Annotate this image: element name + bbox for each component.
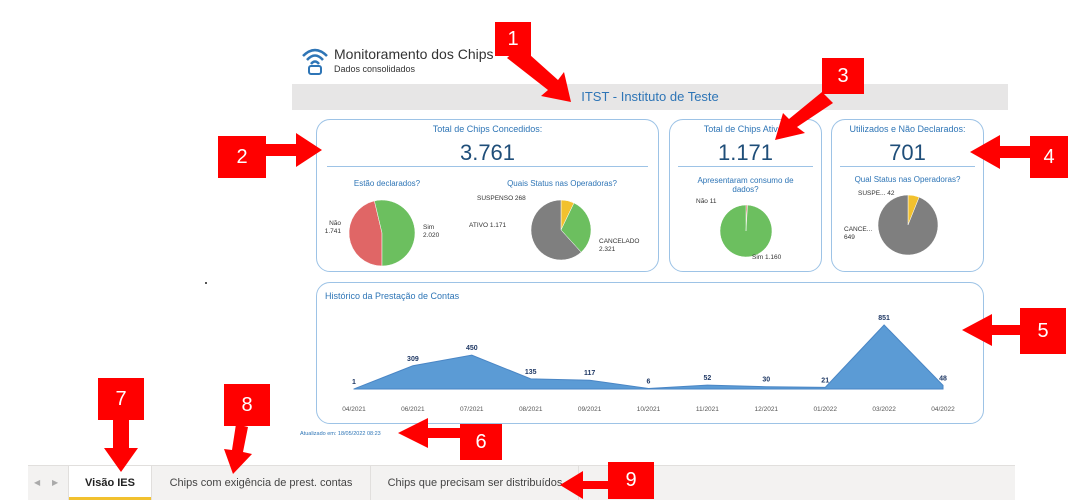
- x-tick-label: 08/2021: [519, 406, 543, 413]
- pie-label-suspenso: SUSPENSO 268: [477, 195, 526, 202]
- app-subtitle: Dados consolidados: [334, 64, 416, 74]
- x-tick-label: 09/2021: [578, 406, 602, 413]
- x-tick-label: 12/2021: [755, 406, 779, 413]
- data-label: 309: [407, 356, 419, 363]
- x-tick-label: 07/2021: [460, 406, 484, 413]
- annotation-6: 6: [460, 424, 502, 460]
- divider: [840, 166, 975, 167]
- pie-title: Estão declarados?: [353, 179, 421, 188]
- pie-title: Qual Status nas Operadoras?: [854, 175, 961, 184]
- data-label: 6: [647, 379, 651, 386]
- updated-timestamp: Atualizado em: 18/05/2022 08:23: [300, 431, 381, 437]
- page-tab-bar: ◀ ▶ Visão IES Chips com exigência de pre…: [28, 465, 1015, 500]
- tab-chips-exigencia[interactable]: Chips com exigência de prest. contas: [152, 466, 371, 500]
- annotation-2: 2: [218, 136, 266, 178]
- kpi-value: 1.171: [717, 140, 774, 165]
- card-history: Histórico da Prestação de Contas 1 04/202…: [316, 282, 984, 424]
- pie-label-nao: Não 1.741: [324, 220, 341, 235]
- x-tick-label: 03/2022: [872, 406, 896, 413]
- x-tick-label: 01/2022: [813, 406, 837, 413]
- institution-banner: ITST - Instituto de Teste: [292, 84, 1008, 110]
- arrow-2-icon: [265, 133, 322, 167]
- pie-chart-status: [530, 199, 592, 261]
- data-label: 21: [821, 377, 829, 384]
- data-label: 48: [939, 375, 947, 382]
- pie-label-cancelado: CANCELADO 2.321: [599, 238, 640, 253]
- x-tick-label: 04/2022: [931, 406, 955, 413]
- data-label: 117: [584, 370, 595, 377]
- tab-chips-distribuidos[interactable]: Chips que precisam ser distribuídos: [372, 466, 579, 500]
- x-tick-label: 06/2021: [401, 406, 425, 413]
- pie-label-suspe: SUSPE... 42: [858, 190, 895, 197]
- tab-label: Chips com exigência de prest. contas: [169, 477, 353, 489]
- tab-visao-ies[interactable]: Visão IES: [68, 466, 152, 500]
- card-total-concedidos: Total de Chips Concedidos: 3.761 Estão d…: [316, 119, 659, 272]
- tab-label: Visão IES: [85, 477, 135, 489]
- data-label: 30: [762, 377, 770, 384]
- scroll-left-icon[interactable]: ◀: [34, 478, 40, 487]
- tab-label: Chips que precisam ser distribuídos: [387, 477, 563, 489]
- annotation-7: 7: [98, 378, 144, 420]
- annotation-3: 3: [822, 58, 864, 94]
- scroll-right-icon[interactable]: ▶: [52, 478, 58, 487]
- pie-label-sim: Sim 2.020: [423, 224, 440, 239]
- x-tick-label: 04/2021: [342, 406, 366, 413]
- data-label: 851: [878, 315, 890, 322]
- history-area-chart: 1 04/2021 309 06/2021 450 07/2021 135 08/2021 11…: [342, 315, 955, 413]
- data-label: 450: [466, 345, 478, 352]
- divider: [678, 166, 813, 167]
- card-title: Utilizados e Não Declarados:: [849, 124, 966, 134]
- data-label: 52: [704, 375, 712, 382]
- app-title: Monitoramento dos Chips: [334, 46, 494, 62]
- annotation-5: 5: [1020, 308, 1066, 354]
- stray-dot: [205, 282, 207, 284]
- data-label: 135: [525, 369, 537, 376]
- kpi-value: 701: [889, 140, 926, 165]
- kpi-value: 3.761: [459, 140, 516, 165]
- annotation-8: 8: [224, 384, 270, 426]
- annotation-1: 1: [495, 22, 531, 56]
- pie-label-cance: CANCE... 649: [844, 226, 873, 241]
- pie-slice-cance: [877, 194, 939, 256]
- card-title: Total de Chips Ativos: [703, 124, 788, 134]
- history-title: Histórico da Prestação de Contas: [325, 291, 460, 301]
- card-title: Total de Chips Concedidos:: [432, 124, 543, 134]
- pie-chart-declarados: [348, 199, 416, 267]
- pie-label-ativo: ATIVO 1.171: [469, 222, 507, 229]
- wifi-chip-logo-icon: [302, 48, 328, 75]
- pie-slice-sim: [719, 204, 773, 258]
- data-label: 1: [352, 379, 356, 386]
- card-nao-declarados: Utilizados e Não Declarados: 701 Qual St…: [831, 119, 984, 272]
- x-tick-label: 10/2021: [637, 406, 661, 413]
- pie-label-nao: Não 11: [696, 198, 717, 205]
- pie-title: Apresentaram consumo de dados?: [697, 176, 794, 194]
- annotation-9: 9: [608, 462, 654, 499]
- pie-chart-consumo: [719, 204, 773, 258]
- divider: [327, 166, 648, 167]
- x-tick-label: 11/2021: [696, 406, 719, 413]
- pie-title: Quais Status nas Operadoras?: [507, 179, 617, 188]
- pie-chart-status-nd: [877, 194, 939, 256]
- card-total-ativos: Total de Chips Ativos 1.171 Apresentaram…: [669, 119, 822, 272]
- institution-name: ITST - Instituto de Teste: [581, 89, 719, 104]
- annotation-4: 4: [1030, 136, 1068, 178]
- pie-label-sim: Sim 1.160: [752, 254, 782, 261]
